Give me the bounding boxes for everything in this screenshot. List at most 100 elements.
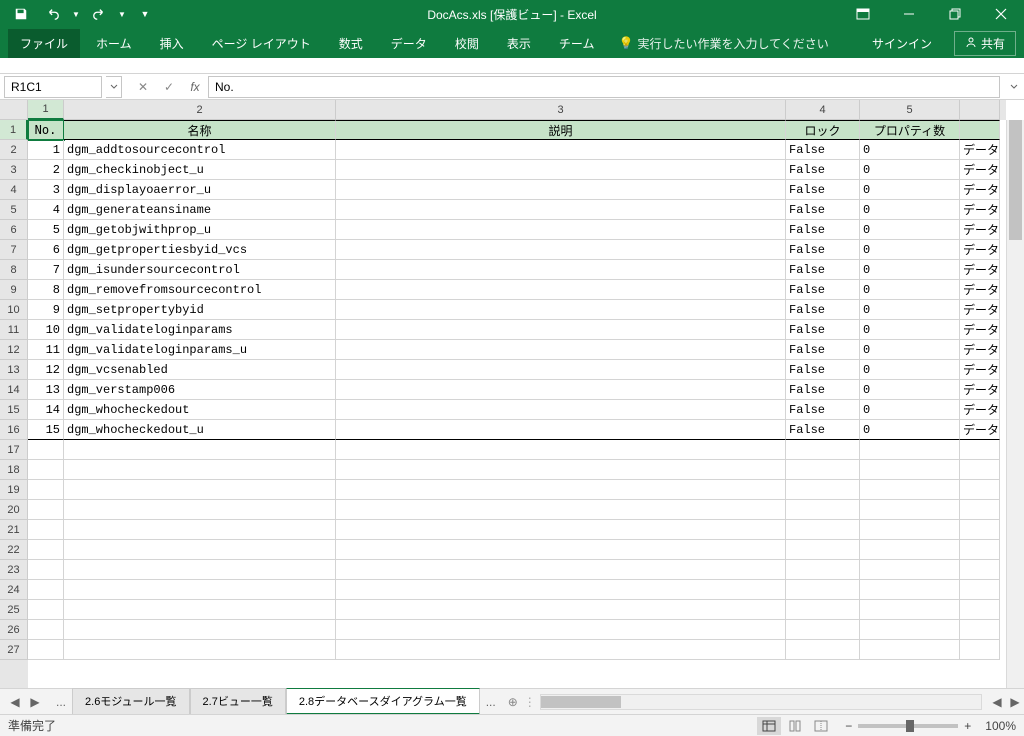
tab-file[interactable]: ファイル — [8, 29, 80, 58]
cell[interactable] — [28, 640, 64, 660]
cell[interactable] — [786, 500, 860, 520]
cell[interactable] — [960, 480, 1000, 500]
cell[interactable]: 0 — [860, 140, 960, 160]
row-header-26[interactable]: 26 — [0, 620, 28, 640]
cell[interactable] — [960, 120, 1000, 140]
cell[interactable] — [336, 200, 786, 220]
minimize-button[interactable] — [886, 0, 932, 28]
cell[interactable]: データ — [960, 340, 1000, 360]
column-header-3[interactable]: 3 — [336, 100, 786, 120]
view-normal[interactable] — [757, 717, 781, 735]
cell[interactable]: dgm_getobjwithprop_u — [64, 220, 336, 240]
row-header-5[interactable]: 5 — [0, 200, 28, 220]
cell[interactable] — [28, 460, 64, 480]
cell[interactable] — [64, 500, 336, 520]
cell[interactable] — [336, 340, 786, 360]
share-button[interactable]: 共有 — [954, 31, 1016, 56]
row-header-17[interactable]: 17 — [0, 440, 28, 460]
cell[interactable]: データ — [960, 140, 1000, 160]
cell[interactable]: dgm_isundersourcecontrol — [64, 260, 336, 280]
cell[interactable] — [960, 620, 1000, 640]
tab-page-layout[interactable]: ページ レイアウト — [200, 29, 323, 58]
cell-area[interactable]: No.名称説明ロックプロパティ数1dgm_addtosourcecontrolF… — [28, 120, 1006, 688]
row-header-13[interactable]: 13 — [0, 360, 28, 380]
cell[interactable] — [28, 580, 64, 600]
cell[interactable]: 10 — [28, 320, 64, 340]
tab-formulas[interactable]: 数式 — [327, 29, 375, 58]
cell[interactable] — [336, 440, 786, 460]
cell[interactable]: False — [786, 280, 860, 300]
cell[interactable] — [960, 560, 1000, 580]
zoom-in[interactable]: + — [964, 719, 971, 733]
formula-bar-expand[interactable] — [1004, 82, 1024, 92]
cell[interactable] — [336, 280, 786, 300]
cell[interactable] — [28, 520, 64, 540]
cell[interactable] — [336, 320, 786, 340]
cell[interactable]: dgm_setpropertybyid — [64, 300, 336, 320]
cell[interactable] — [336, 180, 786, 200]
cell[interactable]: dgm_whocheckedout_u — [64, 420, 336, 440]
cell[interactable]: dgm_validateloginparams — [64, 320, 336, 340]
cell[interactable]: データ — [960, 220, 1000, 240]
cell[interactable]: 0 — [860, 260, 960, 280]
cell[interactable]: 名称 — [64, 120, 336, 140]
cell[interactable] — [786, 640, 860, 660]
cell[interactable]: 13 — [28, 380, 64, 400]
row-header-12[interactable]: 12 — [0, 340, 28, 360]
cell[interactable]: No. — [28, 120, 64, 140]
cell[interactable]: 5 — [28, 220, 64, 240]
cell[interactable] — [336, 420, 786, 440]
cell[interactable] — [336, 520, 786, 540]
cell[interactable] — [336, 480, 786, 500]
cell[interactable]: False — [786, 300, 860, 320]
cell[interactable]: データ — [960, 400, 1000, 420]
close-button[interactable] — [978, 0, 1024, 28]
cell[interactable] — [64, 480, 336, 500]
column-header-5[interactable]: 5 — [860, 100, 960, 120]
cell[interactable]: dgm_addtosourcecontrol — [64, 140, 336, 160]
cell[interactable] — [960, 600, 1000, 620]
sheet-tab[interactable]: 2.8データベースダイアグラム一覧 — [286, 688, 480, 715]
row-header-21[interactable]: 21 — [0, 520, 28, 540]
cell[interactable]: 0 — [860, 320, 960, 340]
cell[interactable]: データ — [960, 200, 1000, 220]
column-header-2[interactable]: 2 — [64, 100, 336, 120]
cell[interactable]: dgm_vcsenabled — [64, 360, 336, 380]
cell[interactable] — [786, 460, 860, 480]
cell[interactable] — [336, 160, 786, 180]
ribbon-display-options[interactable] — [840, 0, 886, 28]
restore-button[interactable] — [932, 0, 978, 28]
insert-function-button[interactable]: fx — [182, 76, 208, 98]
cell[interactable]: データ — [960, 260, 1000, 280]
cell[interactable]: dgm_removefromsourcecontrol — [64, 280, 336, 300]
sheet-tab[interactable]: 2.6モジュール一覧 — [72, 688, 190, 715]
row-header-10[interactable]: 10 — [0, 300, 28, 320]
tell-me-search[interactable]: 💡 実行したい作業を入力してください — [618, 35, 828, 52]
cell[interactable] — [786, 520, 860, 540]
new-sheet-button[interactable]: ⊕ — [502, 695, 524, 709]
cell[interactable] — [786, 440, 860, 460]
cell[interactable]: 9 — [28, 300, 64, 320]
cell[interactable]: 0 — [860, 240, 960, 260]
cell[interactable]: データ — [960, 360, 1000, 380]
cell[interactable] — [28, 480, 64, 500]
horizontal-scrollbar[interactable] — [540, 694, 982, 710]
cell[interactable]: データ — [960, 240, 1000, 260]
redo-dropdown[interactable]: ▼ — [116, 2, 128, 26]
cell[interactable] — [860, 620, 960, 640]
cell[interactable]: 7 — [28, 260, 64, 280]
cell[interactable]: dgm_validateloginparams_u — [64, 340, 336, 360]
row-header-15[interactable]: 15 — [0, 400, 28, 420]
cell[interactable] — [786, 540, 860, 560]
cell[interactable]: ロック — [786, 120, 860, 140]
sheet-tab[interactable]: 2.7ビュー一覧 — [190, 688, 286, 715]
cell[interactable]: 14 — [28, 400, 64, 420]
cell[interactable]: 0 — [860, 280, 960, 300]
undo-button[interactable] — [38, 2, 68, 26]
cell[interactable] — [960, 580, 1000, 600]
cell[interactable] — [28, 560, 64, 580]
cell[interactable]: 0 — [860, 360, 960, 380]
cell[interactable] — [64, 620, 336, 640]
row-header-4[interactable]: 4 — [0, 180, 28, 200]
zoom-handle[interactable] — [906, 720, 914, 732]
